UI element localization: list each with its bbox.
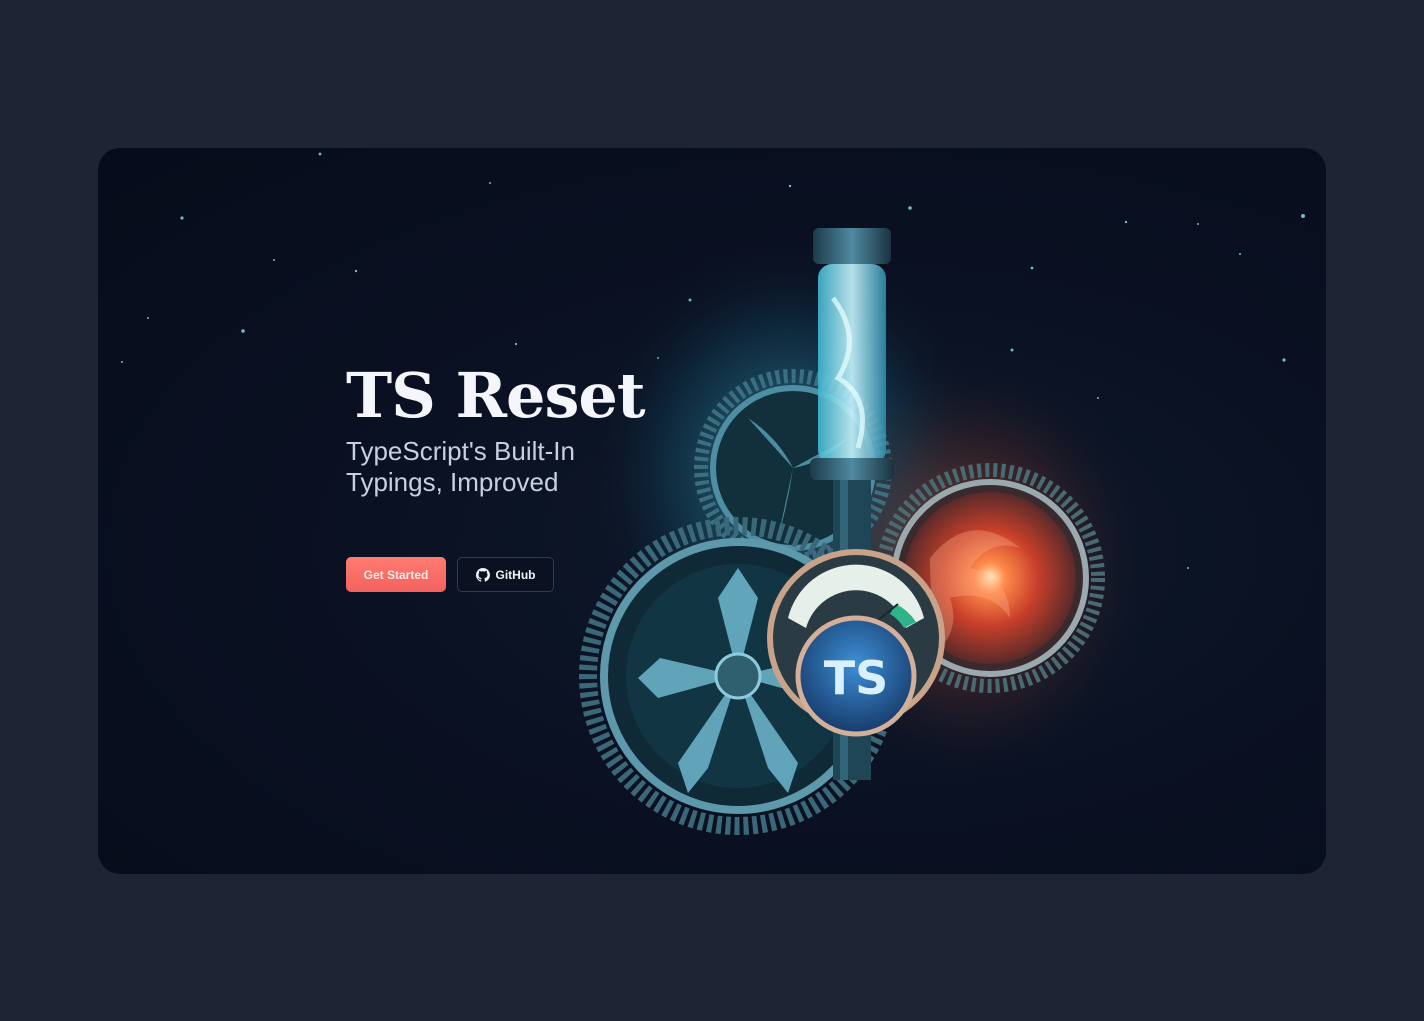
page-subtitle: TypeScript's Built-In Typings, Improved (346, 436, 575, 497)
hero-card: TS TS Reset TypeScript's Built-In Typing… (98, 148, 1326, 874)
github-label: GitHub (495, 567, 536, 582)
clockwork-gears-illustration: TS (579, 228, 1138, 835)
hero-text: TS Reset TypeScript's Built-In Typings, … (346, 360, 766, 498)
get-started-label: Get Started (363, 567, 429, 582)
get-started-button[interactable]: Get Started (346, 557, 446, 592)
ts-badge-text: TS (824, 651, 889, 705)
cta-button-row: Get Started GitHub (346, 557, 554, 592)
page: TS TS Reset TypeScript's Built-In Typing… (0, 0, 1424, 1021)
github-button[interactable]: GitHub (457, 557, 554, 592)
page-title: TS Reset (346, 359, 645, 432)
github-icon (475, 567, 490, 582)
